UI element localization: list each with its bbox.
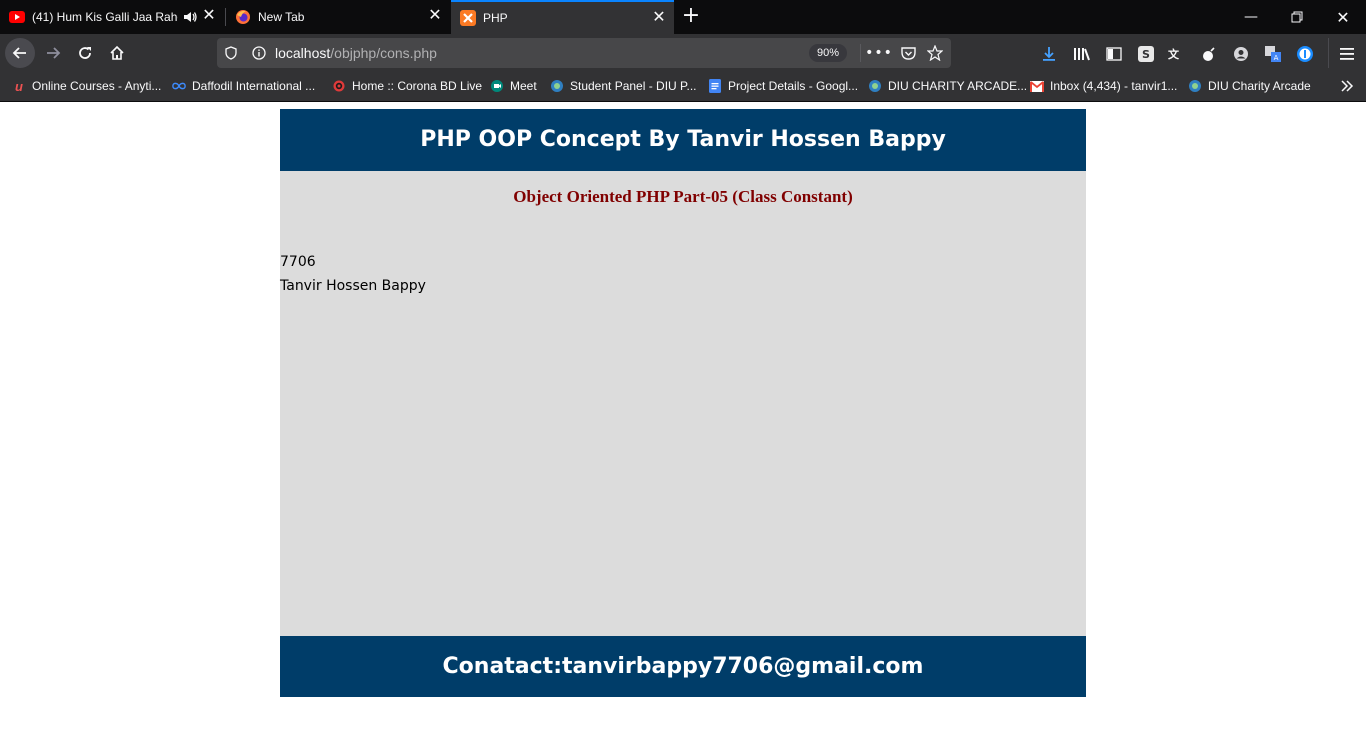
tab-new-tab[interactable]: New Tab ✕ (226, 0, 450, 34)
tracking-shield-icon[interactable] (223, 45, 239, 61)
hamburger-menu-icon[interactable] (1338, 45, 1356, 63)
tab-title: PHP (483, 11, 508, 25)
youtube-icon (9, 9, 25, 25)
bookmark-item[interactable]: Meet (490, 79, 537, 93)
sidebar-icon[interactable] (1105, 45, 1123, 63)
output-line: 7706 (280, 254, 316, 270)
url-text[interactable]: localhost/objphp/cons.php (275, 45, 437, 61)
back-arrow-icon (12, 47, 26, 59)
navigation-toolbar: localhost/objphp/cons.php 90% ••• S 文 A (0, 34, 1366, 72)
page-subtitle: Object Oriented PHP Part-05 (Class Const… (513, 187, 853, 206)
speaker-icon[interactable] (182, 9, 198, 25)
library-icon[interactable] (1073, 45, 1091, 63)
diu-icon (1188, 79, 1202, 93)
zoom-indicator[interactable]: 90% (809, 44, 848, 62)
url-bar-separator (860, 44, 861, 62)
main-content: Object Oriented PHP Part-05 (Class Const… (280, 171, 1086, 636)
bomb-extension-icon[interactable] (1200, 45, 1218, 63)
bookmark-item[interactable]: Student Panel - DIU P... (550, 79, 697, 93)
tab-title: (41) Hum Kis Galli Jaa Rahe (32, 10, 178, 24)
close-window-icon[interactable]: ✕ (1320, 0, 1366, 34)
s-extension-icon[interactable]: S (1137, 45, 1155, 63)
bookmark-label: Inbox (4,434) - tanvir1... (1050, 79, 1178, 93)
bookmark-item[interactable]: Daffodil International ... (172, 79, 315, 93)
output-line: Tanvir Hossen Bappy (280, 278, 426, 294)
svg-text:S: S (1142, 48, 1150, 61)
udemy-icon: u (15, 78, 23, 94)
back-button[interactable] (5, 38, 35, 68)
forward-button[interactable] (38, 38, 68, 68)
account-icon[interactable] (1232, 45, 1250, 63)
bookmark-label: Daffodil International ... (192, 79, 316, 93)
bookmark-item[interactable]: Home :: Corona BD Live (332, 79, 482, 93)
bookmark-item[interactable]: u Online Courses - Anyti... (12, 78, 162, 94)
svg-text:文: 文 (1168, 47, 1180, 61)
bookmark-item[interactable]: DIU CHARITY ARCADE... (868, 79, 1027, 93)
tab-youtube[interactable]: (41) Hum Kis Galli Jaa Rahe ✕ (0, 0, 224, 34)
home-button[interactable] (102, 38, 132, 68)
diu-icon (868, 79, 882, 93)
bookmark-item[interactable]: Project Details - Googl... (708, 79, 858, 93)
bookmark-label: Meet (510, 79, 537, 93)
docs-icon (708, 79, 722, 93)
url-bar[interactable]: localhost/objphp/cons.php 90% ••• (217, 38, 951, 68)
bookmark-label: DIU CHARITY ARCADE... (888, 79, 1028, 93)
svg-text:A: A (1274, 54, 1279, 62)
site-info-icon[interactable] (251, 45, 267, 61)
home-icon (110, 45, 124, 60)
reload-button[interactable] (70, 38, 100, 68)
restore-icon[interactable] (1274, 0, 1320, 34)
pocket-icon[interactable] (900, 45, 916, 61)
bookmark-item[interactable]: DIU Charity Arcade (1188, 79, 1311, 93)
web-page: PHP OOP Concept By Tanvir Hossen Bappy O… (0, 102, 1366, 738)
url-host: localhost (275, 45, 331, 61)
bookmarks-toolbar: u Online Courses - Anyti... Daffodil Int… (0, 72, 1366, 102)
download-icon[interactable] (1040, 45, 1058, 63)
diu-icon (550, 79, 564, 93)
bookmark-star-icon[interactable] (927, 45, 943, 61)
page-actions-icon[interactable]: ••• (865, 45, 892, 61)
forward-arrow-icon (47, 47, 61, 59)
page-footer: Conatact:tanvirbappy7706@gmail.com (280, 636, 1086, 697)
bookmark-item[interactable]: Inbox (4,434) - tanvir1... (1030, 79, 1177, 93)
page-container: PHP OOP Concept By Tanvir Hossen Bappy O… (280, 109, 1086, 697)
minimize-icon[interactable]: — (1228, 0, 1274, 34)
toolbar-separator (1328, 38, 1329, 68)
close-tab-icon[interactable]: ✕ (652, 10, 666, 26)
bookmark-label: DIU Charity Arcade (1208, 79, 1311, 93)
bookmarks-overflow-chevron-icon[interactable] (1340, 79, 1354, 97)
target-icon (332, 79, 346, 93)
onepassword-icon[interactable] (1296, 45, 1314, 63)
translate-extension-icon[interactable]: 文 (1168, 45, 1186, 63)
infinity-icon (172, 79, 186, 93)
google-translate-icon[interactable]: A (1264, 45, 1282, 63)
close-tab-icon[interactable]: ✕ (202, 8, 216, 24)
tab-bar: (41) Hum Kis Galli Jaa Rahe ✕ New Tab ✕ … (0, 0, 1366, 34)
bookmark-label: Student Panel - DIU P... (570, 79, 697, 93)
page-header: PHP OOP Concept By Tanvir Hossen Bappy (280, 109, 1086, 171)
bookmark-label: Online Courses - Anyti... (32, 79, 162, 93)
xampp-icon (460, 10, 476, 26)
tab-title: New Tab (258, 10, 305, 24)
bookmark-label: Home :: Corona BD Live (352, 79, 483, 93)
new-tab-icon[interactable]: + (680, 5, 702, 27)
bookmark-label: Project Details - Googl... (728, 79, 859, 93)
close-tab-icon[interactable]: ✕ (428, 8, 442, 24)
firefox-icon (235, 9, 251, 25)
meet-icon (490, 79, 504, 93)
url-path: /objphp/cons.php (330, 45, 437, 61)
gmail-icon (1030, 79, 1044, 93)
tab-php[interactable]: PHP ✕ (451, 0, 674, 34)
reload-icon (79, 47, 91, 59)
